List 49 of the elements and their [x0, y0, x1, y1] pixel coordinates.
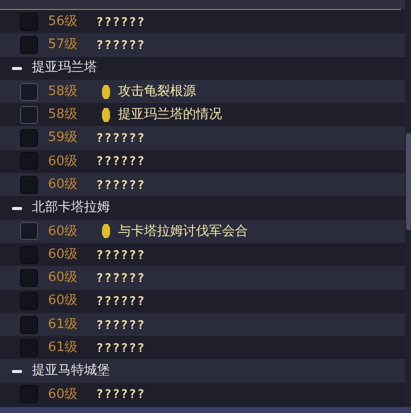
checkbox[interactable] [20, 338, 38, 357]
level-label: 58级 [48, 82, 79, 101]
scroll-icon [102, 224, 110, 238]
checkbox[interactable] [20, 176, 38, 194]
quest-title[interactable]: ?????? [96, 338, 146, 357]
quest-title[interactable]: ?????? [96, 268, 146, 287]
level-label: 60级 [48, 246, 79, 264]
checkbox[interactable] [20, 268, 38, 287]
quest-title[interactable]: ?????? [96, 36, 146, 54]
level-label: 60级 [48, 292, 79, 310]
level-label: 59级 [48, 129, 79, 148]
level-label: 58级 [48, 106, 79, 124]
scroll-icon [102, 108, 110, 122]
quest-title[interactable]: ?????? [96, 176, 146, 194]
quest-title[interactable]: ?????? [96, 316, 146, 334]
checkbox[interactable] [20, 82, 38, 101]
level-label: 60级 [48, 269, 79, 288]
level-label: 61级 [48, 316, 79, 334]
level-label: 56级 [48, 12, 79, 31]
level-label: 60级 [48, 386, 79, 404]
quest-title[interactable]: ?????? [96, 292, 146, 310]
level-label: 61级 [48, 339, 79, 358]
checkbox[interactable] [20, 292, 38, 310]
checkbox[interactable] [20, 385, 38, 404]
quest-title[interactable]: ?????? [96, 385, 146, 404]
level-label: 60级 [48, 176, 79, 194]
quest-title[interactable]: 攻击龟裂根源 [118, 82, 196, 102]
quest-title[interactable]: ?????? [96, 129, 146, 148]
group-title[interactable]: 提亚马特城堡 [32, 361, 110, 381]
checkbox[interactable] [20, 222, 38, 240]
level-label: 60级 [48, 222, 79, 241]
scrollbar-thumb[interactable] [406, 133, 411, 230]
checkbox[interactable] [20, 246, 38, 264]
checkbox[interactable] [20, 129, 38, 148]
quest-title[interactable]: ?????? [96, 12, 146, 31]
level-label: 57级 [48, 36, 79, 54]
quest-title[interactable]: ?????? [96, 152, 146, 170]
checkbox[interactable] [20, 316, 38, 334]
scroll-icon [102, 84, 110, 99]
level-label: 60级 [48, 152, 79, 171]
checkbox[interactable] [20, 12, 38, 31]
checkbox[interactable] [20, 106, 38, 124]
checkbox[interactable] [20, 36, 38, 54]
group-title[interactable]: 提亚玛兰塔 [32, 58, 97, 78]
checkbox[interactable] [20, 152, 38, 170]
group-title[interactable]: 北部卡塔拉姆 [32, 198, 110, 218]
quest-title[interactable]: 提亚玛兰塔的情况 [118, 105, 222, 125]
quest-title[interactable]: ?????? [96, 246, 146, 264]
quest-title[interactable]: 与卡塔拉姆讨伐军会合 [118, 222, 248, 242]
